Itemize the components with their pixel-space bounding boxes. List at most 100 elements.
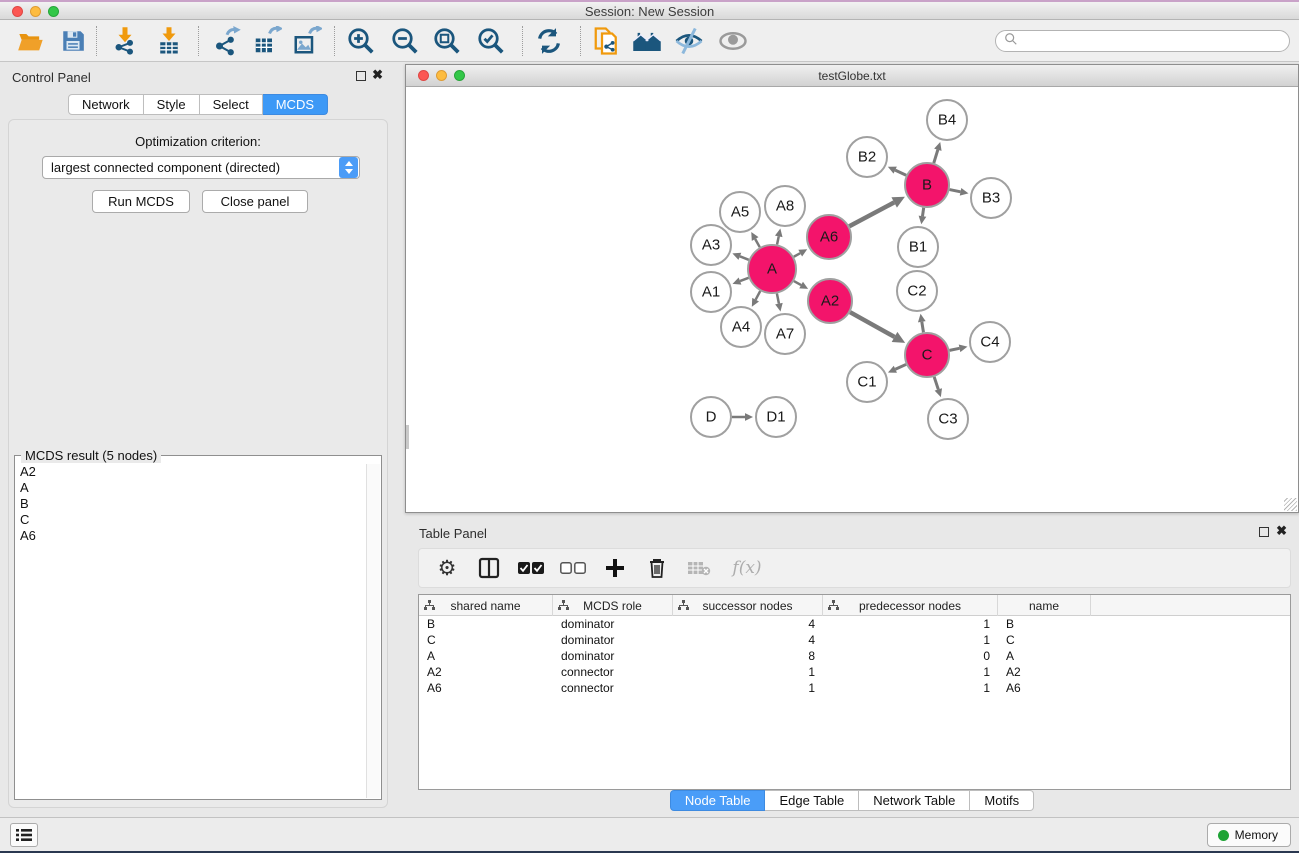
zoom-fit-icon[interactable] <box>428 24 466 58</box>
tab-edge-table[interactable]: Edge Table <box>765 790 859 811</box>
column-selector-icon[interactable] <box>475 554 503 582</box>
table-cell[interactable]: 1 <box>673 664 823 680</box>
edge-B-B2[interactable] <box>895 170 906 175</box>
table-cell[interactable]: 4 <box>673 616 823 632</box>
node-table-body[interactable]: Bdominator41BCdominator41CAdominator80AA… <box>419 616 1290 696</box>
export-network-icon[interactable] <box>208 24 246 58</box>
network-graph[interactable]: AA6A2BCA1A3A4A5A7A8B1B2B3B4C1C2C3C4DD1 <box>406 87 1298 513</box>
table-row[interactable]: Adominator80A <box>419 648 1290 664</box>
edge-A-A2[interactable] <box>794 281 801 285</box>
column-header-shared-name[interactable]: shared name <box>419 595 553 616</box>
table-cell[interactable]: 1 <box>823 632 998 648</box>
close-table-panel-icon[interactable]: ✖ <box>1276 523 1287 539</box>
table-row[interactable]: A6connector11A6 <box>419 680 1290 696</box>
node-table[interactable]: shared nameMCDS rolesuccessor nodesprede… <box>418 594 1291 790</box>
window-resize-grip[interactable] <box>1284 498 1297 511</box>
table-cell[interactable]: 1 <box>823 680 998 696</box>
table-cell[interactable]: B <box>419 616 553 632</box>
select-all-icon[interactable] <box>517 554 545 582</box>
export-table-icon[interactable] <box>248 24 286 58</box>
table-cell[interactable]: B <box>998 616 1091 632</box>
edge-C-C4[interactable] <box>950 348 960 350</box>
table-cell[interactable]: dominator <box>553 616 673 632</box>
float-table-panel-icon[interactable] <box>1259 527 1269 537</box>
copy-network-icon[interactable] <box>588 24 626 58</box>
float-panel-icon[interactable] <box>356 71 366 81</box>
close-panel-button[interactable]: Close panel <box>202 190 308 213</box>
edge-C-C2[interactable] <box>922 322 924 333</box>
memory-button[interactable]: Memory <box>1207 823 1291 847</box>
node-table-header[interactable]: shared nameMCDS rolesuccessor nodesprede… <box>419 595 1290 616</box>
run-mcds-button[interactable]: Run MCDS <box>92 190 190 213</box>
show-panels-list-button[interactable] <box>10 823 38 847</box>
table-cell[interactable]: connector <box>553 664 673 680</box>
criterion-dropdown[interactable]: largest connected component (directed) <box>42 156 360 179</box>
table-cell[interactable]: 1 <box>823 616 998 632</box>
edge-A-A8[interactable] <box>777 236 779 244</box>
result-item[interactable]: A2 <box>16 464 366 480</box>
edge-A-A1[interactable] <box>740 278 749 281</box>
tab-network[interactable]: Network <box>68 94 144 115</box>
table-cell[interactable]: C <box>998 632 1091 648</box>
mcds-result-list[interactable]: A2ABCA6 <box>16 464 366 798</box>
edge-A-A3[interactable] <box>740 256 749 259</box>
table-cell[interactable]: dominator <box>553 632 673 648</box>
table-cell[interactable]: dominator <box>553 648 673 664</box>
close-panel-icon[interactable]: ✖ <box>372 67 383 83</box>
column-header-successor-nodes[interactable]: successor nodes <box>673 595 823 616</box>
tab-motifs[interactable]: Motifs <box>970 790 1034 811</box>
zoom-out-icon[interactable] <box>386 24 424 58</box>
tab-select[interactable]: Select <box>200 94 263 115</box>
table-cell[interactable]: A2 <box>998 664 1091 680</box>
table-row[interactable]: Cdominator41C <box>419 632 1290 648</box>
edge-A-A7[interactable] <box>777 294 779 304</box>
edge-A-A4[interactable] <box>756 291 761 300</box>
result-item[interactable]: B <box>16 496 366 512</box>
column-header-predecessor-nodes[interactable]: predecessor nodes <box>823 595 998 616</box>
table-cell[interactable]: A <box>998 648 1091 664</box>
deselect-all-icon[interactable] <box>559 554 587 582</box>
edge-A-A6[interactable] <box>794 253 800 257</box>
result-item[interactable]: C <box>16 512 366 528</box>
table-cell[interactable]: 1 <box>823 664 998 680</box>
add-column-icon[interactable] <box>601 554 629 582</box>
home-icon[interactable] <box>628 24 666 58</box>
tab-mcds[interactable]: MCDS <box>263 94 328 115</box>
settings-gear-icon[interactable]: ⚙ <box>433 554 461 582</box>
refresh-icon[interactable] <box>530 24 568 58</box>
edge-A6-B[interactable] <box>849 202 894 226</box>
network-vscroll-thumb[interactable] <box>406 425 409 449</box>
edge-B-B1[interactable] <box>922 208 923 216</box>
tab-network-table[interactable]: Network Table <box>859 790 970 811</box>
network-canvas[interactable]: AA6A2BCA1A3A4A5A7A8B1B2B3B4C1C2C3C4DD1 <box>406 87 1298 512</box>
table-cell[interactable]: A2 <box>419 664 553 680</box>
hide-graphics-details-icon[interactable] <box>670 24 708 58</box>
delete-column-icon[interactable] <box>643 554 671 582</box>
tab-style[interactable]: Style <box>144 94 200 115</box>
function-builder-icon[interactable]: f(x) <box>727 554 767 582</box>
result-item[interactable]: A6 <box>16 528 366 544</box>
result-scrollbar[interactable] <box>366 464 380 798</box>
table-row[interactable]: A2connector11A2 <box>419 664 1290 680</box>
search-input[interactable] <box>995 30 1290 52</box>
edge-A-A5[interactable] <box>755 239 760 247</box>
zoom-in-icon[interactable] <box>342 24 380 58</box>
delete-table-icon[interactable] <box>685 554 713 582</box>
table-cell[interactable]: A6 <box>419 680 553 696</box>
column-header-name[interactable]: name <box>998 595 1091 616</box>
table-cell[interactable]: A <box>419 648 553 664</box>
save-icon[interactable] <box>54 24 92 58</box>
edge-B-B3[interactable] <box>950 190 961 192</box>
zoom-selected-icon[interactable] <box>472 24 510 58</box>
table-row[interactable]: Bdominator41B <box>419 616 1290 632</box>
table-cell[interactable]: 1 <box>673 680 823 696</box>
result-item[interactable]: A <box>16 480 366 496</box>
table-cell[interactable]: 4 <box>673 632 823 648</box>
column-header-MCDS-role[interactable]: MCDS role <box>553 595 673 616</box>
edge-C-C1[interactable] <box>895 364 906 369</box>
table-cell[interactable]: connector <box>553 680 673 696</box>
import-table-icon[interactable] <box>150 24 188 58</box>
table-cell[interactable]: 0 <box>823 648 998 664</box>
export-image-icon[interactable] <box>288 24 326 58</box>
open-folder-icon[interactable] <box>12 24 50 58</box>
